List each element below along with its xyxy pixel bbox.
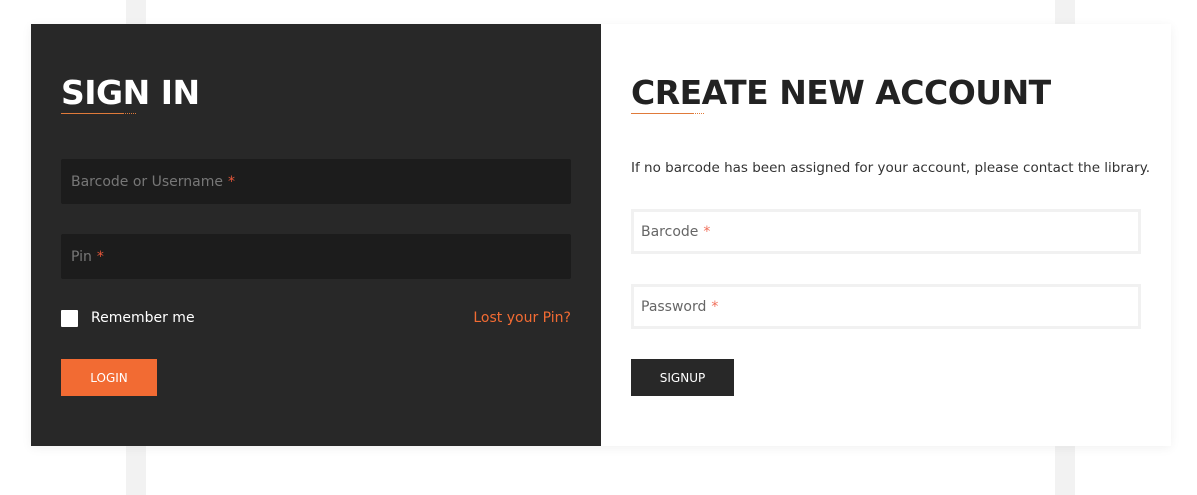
signup-title: CREATE NEW ACCOUNT [631,73,1051,112]
remember-me-row: Remember me [61,309,195,327]
required-asterisk: * [703,223,711,240]
signup-info-text: If no barcode has been assigned for your… [631,160,1151,176]
required-asterisk: * [711,298,719,315]
pin-input[interactable]: Pin * [61,234,571,279]
password-input[interactable]: Password * [631,284,1141,329]
remember-me-label[interactable]: Remember me [91,310,195,326]
signin-panel: SIGN IN Barcode or Username * Pin * Reme… [31,24,601,446]
remember-me-checkbox[interactable] [61,309,78,327]
signup-button[interactable]: SIGNUP [631,359,734,396]
signup-title-underline [631,113,704,114]
lost-pin-link[interactable]: Lost your Pin? [473,310,571,326]
signin-title-underline [61,113,136,114]
auth-card: SIGN IN Barcode or Username * Pin * Reme… [31,24,1171,446]
password-placeholder: Password [641,298,707,315]
barcode-input[interactable]: Barcode * [631,209,1141,254]
underline-accent [61,113,123,114]
login-button[interactable]: LOGIN [61,359,157,396]
signin-title: SIGN IN [61,73,200,112]
signup-panel: CREATE NEW ACCOUNT If no barcode has bee… [601,24,1171,446]
page: SIGN IN Barcode or Username * Pin * Reme… [0,0,1197,495]
underline-accent [631,113,693,114]
required-asterisk: * [227,173,235,190]
username-placeholder: Barcode or Username [71,173,223,190]
username-input[interactable]: Barcode or Username * [61,159,571,204]
barcode-placeholder: Barcode [641,223,699,240]
required-asterisk: * [96,248,104,265]
pin-placeholder: Pin [71,248,92,265]
